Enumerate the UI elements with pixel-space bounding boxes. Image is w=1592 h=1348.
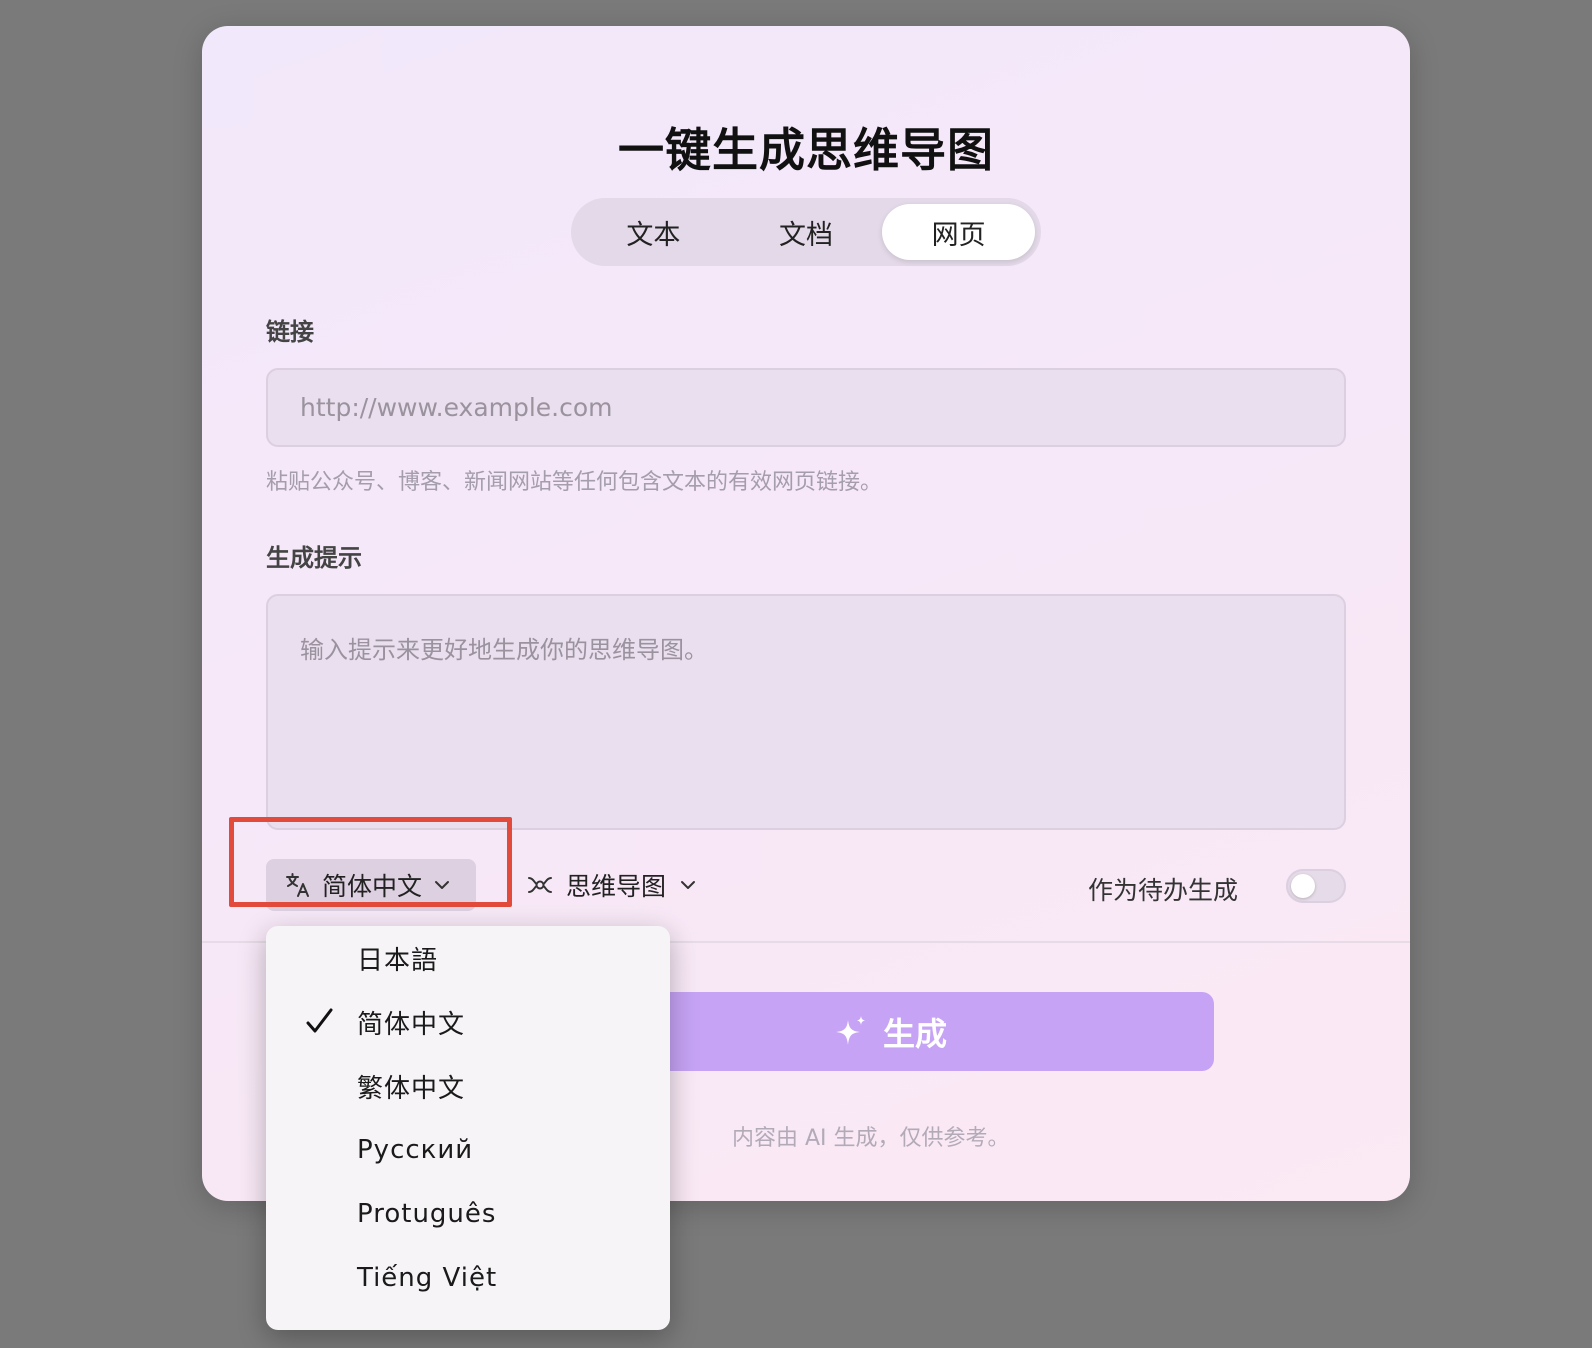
menu-item-label: Русский (357, 1135, 474, 1165)
language-menu: 日本語 简体中文 繁体中文 Русский Protuguês Tiếng Vi… (266, 926, 670, 1330)
menu-item-japanese[interactable]: 日本語 (266, 926, 670, 990)
todo-label: 作为待办生成 (1088, 876, 1239, 905)
menu-item-label: 简体中文 (357, 1009, 466, 1040)
tab-document[interactable]: 文档 (730, 204, 883, 260)
prompt-input[interactable] (266, 594, 1346, 830)
link-label: 链接 (266, 318, 314, 346)
chevron-down-icon (678, 875, 698, 895)
menu-item-simplified-chinese[interactable]: 简体中文 (266, 990, 670, 1054)
tab-text[interactable]: 文本 (577, 204, 730, 260)
menu-item-portuguese[interactable]: Protuguês (266, 1182, 670, 1246)
toggle-knob (1291, 874, 1315, 898)
menu-item-label: 繁体中文 (357, 1073, 466, 1104)
screen: 一键生成思维导图 文本 文档 网页 链接 粘贴公众号、博客、新闻网站等任何包含文… (0, 0, 1592, 1348)
menu-item-label: 日本語 (357, 945, 439, 976)
tab-webpage[interactable]: 网页 (882, 204, 1036, 260)
todo-toggle[interactable] (1286, 869, 1346, 903)
dialog-title: 一键生成思维导图 (618, 123, 994, 177)
menu-item-traditional-chinese[interactable]: 繁体中文 (266, 1054, 670, 1118)
source-tabs: 文本 文档 网页 (571, 198, 1041, 266)
sparkle-icon (833, 1014, 869, 1050)
link-hint: 粘贴公众号、博客、新闻网站等任何包含文本的有效网页链接。 (266, 470, 883, 495)
chevron-down-icon (432, 875, 452, 895)
translate-icon (284, 871, 312, 899)
menu-item-label: Protuguês (357, 1199, 497, 1229)
mindmap-icon (526, 871, 554, 899)
output-type-label: 思维导图 (566, 872, 667, 901)
menu-item-russian[interactable]: Русский (266, 1118, 670, 1182)
menu-item-label: Tiếng Việt (357, 1263, 498, 1293)
generate-button-label: 生成 (882, 1014, 947, 1053)
prompt-label: 生成提示 (266, 544, 362, 572)
menu-item-vietnamese[interactable]: Tiếng Việt (266, 1246, 670, 1310)
language-select[interactable]: 简体中文 (266, 859, 476, 911)
link-input[interactable] (266, 368, 1346, 447)
checkmark-icon (304, 1006, 336, 1038)
output-type-select[interactable]: 思维导图 (526, 859, 698, 911)
language-select-label: 简体中文 (322, 872, 423, 901)
